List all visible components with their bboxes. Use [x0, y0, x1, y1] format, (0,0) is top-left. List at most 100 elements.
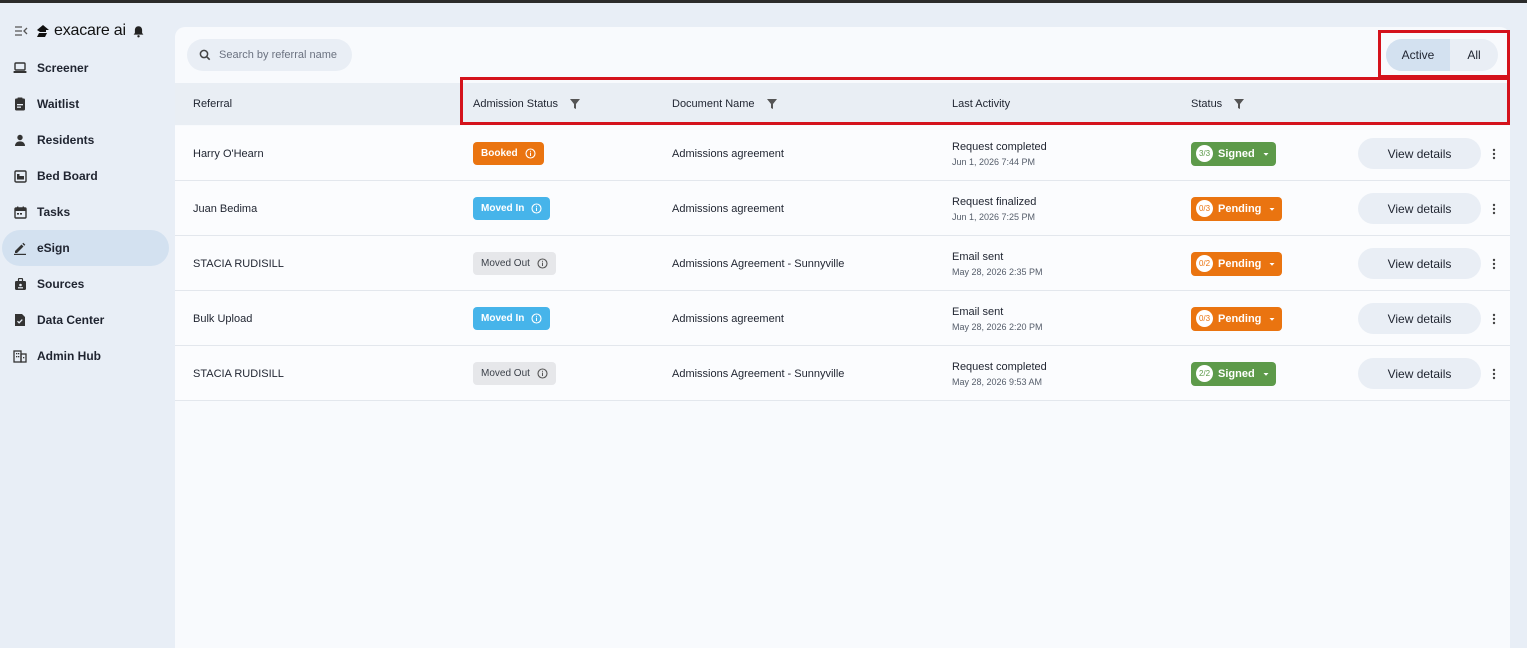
signature-count: 2/2: [1196, 365, 1213, 382]
view-details-button[interactable]: View details: [1358, 303, 1481, 334]
info-icon[interactable]: [537, 368, 548, 379]
sidebar-item-label: Waitlist: [37, 97, 80, 111]
pen-icon: [13, 241, 27, 255]
toggle-active[interactable]: Active: [1386, 39, 1450, 71]
status-label: Pending: [1218, 202, 1262, 215]
exacare-logo-icon: [36, 24, 50, 38]
referral-name: STACIA RUDISILL: [193, 367, 284, 380]
activity-timestamp: May 28, 2026 2:35 PM: [952, 266, 1043, 277]
activity-timestamp: May 28, 2026 9:53 AM: [952, 376, 1043, 387]
more-options-icon[interactable]: [1488, 257, 1500, 271]
column-referral[interactable]: Referral: [193, 83, 232, 125]
activity-text: Request completed: [952, 140, 1047, 153]
sidebar-item-bed-board[interactable]: Bed Board: [0, 158, 169, 194]
last-activity: Request finalized Jun 1, 2026 7:25 PM: [952, 181, 1036, 236]
table-header: Referral Admission Status Document Name …: [175, 83, 1510, 125]
activity-timestamp: May 28, 2026 2:20 PM: [952, 321, 1043, 332]
sidebar-item-waitlist[interactable]: Waitlist: [0, 86, 169, 122]
info-icon[interactable]: [531, 313, 542, 324]
brand-name[interactable]: exacare ai: [54, 22, 126, 40]
sidebar-item-screener[interactable]: Screener: [0, 50, 169, 86]
filter-icon[interactable]: [1234, 99, 1245, 109]
sidebar-item-tasks[interactable]: Tasks: [0, 194, 169, 230]
sidebar-item-label: Sources: [37, 277, 85, 291]
activity-text: Email sent: [952, 305, 1004, 318]
sidebar-item-label: Bed Board: [37, 169, 98, 183]
person-icon: [13, 133, 27, 147]
collapse-menu-icon[interactable]: [14, 24, 28, 38]
search-box[interactable]: [187, 39, 352, 71]
sidebar-item-admin-hub[interactable]: Admin Hub: [0, 338, 169, 374]
table-row[interactable]: Harry O'Hearn Booked Admissions agreemen…: [175, 126, 1510, 181]
table-row[interactable]: STACIA RUDISILL Moved Out Admissions Agr…: [175, 236, 1510, 291]
signature-status-pill[interactable]: 2/2 Signed: [1191, 361, 1276, 386]
signature-status-pill[interactable]: 0/2 Pending: [1191, 251, 1283, 276]
sidebar-item-label: Admin Hub: [37, 349, 101, 363]
caret-down-icon: [1263, 152, 1269, 156]
filter-icon[interactable]: [569, 99, 580, 109]
view-details-button[interactable]: View details: [1358, 248, 1481, 279]
filter-icon[interactable]: [766, 99, 777, 109]
signature-status-pill[interactable]: 3/3 Signed: [1191, 141, 1276, 166]
activity-text: Email sent: [952, 250, 1004, 263]
view-details-button[interactable]: View details: [1358, 358, 1481, 389]
column-document-name[interactable]: Document Name: [672, 83, 777, 125]
referral-name: Bulk Upload: [193, 312, 253, 325]
toggle-all[interactable]: All: [1450, 39, 1498, 71]
sidebar-item-residents[interactable]: Residents: [0, 122, 169, 158]
caret-down-icon: [1269, 207, 1275, 211]
search-input[interactable]: [219, 49, 349, 61]
sidebar-item-label: Residents: [37, 133, 95, 147]
badge-label: Moved In: [481, 203, 525, 214]
notification-bell-icon[interactable]: [132, 25, 145, 38]
table-row[interactable]: Bulk Upload Moved In Admissions agreemen…: [175, 291, 1510, 346]
sidebar: exacare ai Screener Waitlist Residents B…: [0, 3, 175, 648]
document-name: Admissions Agreement - Sunnyville: [672, 367, 845, 380]
badge-label: Moved In: [481, 313, 525, 324]
more-options-icon[interactable]: [1488, 147, 1500, 161]
caret-down-icon: [1269, 317, 1275, 321]
active-all-toggle[interactable]: Active All: [1386, 39, 1498, 71]
signature-status-pill[interactable]: 0/3 Pending: [1191, 196, 1283, 221]
more-options-icon[interactable]: [1488, 367, 1500, 381]
column-label: Last Activity: [952, 98, 1011, 110]
referral-name: Juan Bedima: [193, 202, 258, 215]
status-label: Signed: [1218, 367, 1255, 380]
sidebar-item-sources[interactable]: Sources: [0, 266, 169, 302]
sidebar-item-label: eSign: [37, 241, 70, 255]
last-activity: Email sent May 28, 2026 2:20 PM: [952, 291, 1043, 346]
table-row[interactable]: Juan Bedima Moved In Admissions agreemen…: [175, 181, 1510, 236]
info-icon[interactable]: [537, 258, 548, 269]
column-last-activity[interactable]: Last Activity: [952, 83, 1010, 125]
more-options-icon[interactable]: [1488, 312, 1500, 326]
column-label: Status: [1191, 98, 1223, 110]
caret-down-icon: [1263, 372, 1269, 376]
activity-timestamp: Jun 1, 2026 7:25 PM: [952, 211, 1036, 222]
more-options-icon[interactable]: [1488, 202, 1500, 216]
document-name: Admissions agreement: [672, 147, 784, 160]
status-label: Signed: [1218, 147, 1255, 160]
badge-icon: [13, 277, 27, 291]
activity-timestamp: Jun 1, 2026 7:44 PM: [952, 156, 1036, 167]
admission-status-badge: Moved In: [473, 197, 551, 220]
column-admission-status[interactable]: Admission Status: [473, 83, 580, 125]
sidebar-item-esign[interactable]: eSign: [2, 230, 169, 266]
sidebar-item-label: Tasks: [37, 205, 71, 219]
view-details-button[interactable]: View details: [1358, 193, 1481, 224]
column-status[interactable]: Status: [1191, 83, 1245, 125]
signature-status-pill[interactable]: 0/3 Pending: [1191, 306, 1283, 331]
sidebar-item-data-center[interactable]: Data Center: [0, 302, 169, 338]
search-icon: [199, 49, 211, 61]
table-row[interactable]: STACIA RUDISILL Moved Out Admissions Agr…: [175, 346, 1510, 401]
view-details-button[interactable]: View details: [1358, 138, 1481, 169]
document-name: Admissions Agreement - Sunnyville: [672, 257, 845, 270]
status-label: Pending: [1218, 257, 1262, 270]
info-icon[interactable]: [525, 148, 536, 159]
referral-name: STACIA RUDISILL: [193, 257, 284, 270]
admission-status-badge: Booked: [473, 142, 544, 165]
window-top-border: [0, 0, 1527, 3]
column-label: Document Name: [672, 98, 755, 110]
info-icon[interactable]: [531, 203, 542, 214]
referral-name: Harry O'Hearn: [193, 147, 264, 160]
bed-icon: [13, 169, 27, 183]
